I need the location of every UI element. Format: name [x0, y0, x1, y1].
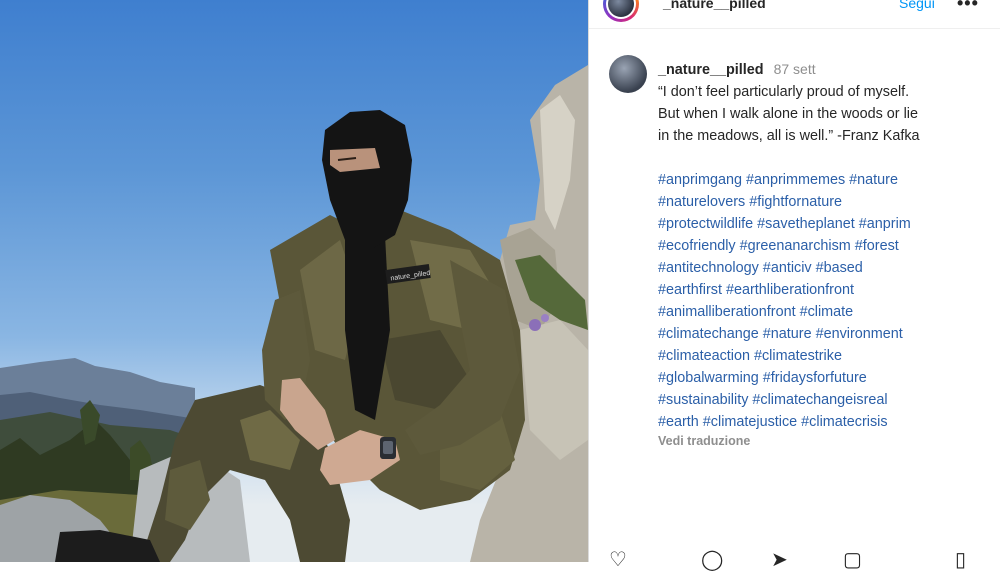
- hashtag-line[interactable]: #antitechnology #anticiv #based: [658, 257, 988, 279]
- post-photo[interactable]: nature_pilled: [0, 0, 588, 562]
- hashtag-line[interactable]: #climateaction #climatestrike: [658, 345, 988, 367]
- post-detail-panel: _nature__pilled Segui ••• _nature__pille…: [588, 0, 1000, 570]
- hashtag-line[interactable]: #sustainability #climatechangeisreal: [658, 389, 988, 411]
- caption-quote-line: “I don’t feel particularly proud of myse…: [658, 84, 910, 100]
- save-icon[interactable]: ▯: [955, 550, 966, 570]
- caption-quote-line: But when I walk alone in the woods or li…: [658, 106, 918, 122]
- hashtag-line[interactable]: #globalwarming #fridaysforfuture: [658, 367, 988, 389]
- hashtag-line[interactable]: #animalliberationfront #climate: [658, 301, 988, 323]
- hashtag-list: #anprimgang #anprimmemes #nature #nature…: [658, 169, 988, 433]
- caption-timestamp[interactable]: 87 sett: [774, 61, 816, 77]
- heart-icon[interactable]: ♡: [609, 550, 627, 570]
- action-bar: ♡ ◯ ➤ ▢ ▯: [589, 548, 1000, 570]
- hashtag-line[interactable]: #earth #climatejustice #climatecrisis: [658, 411, 988, 433]
- hashtag-line[interactable]: #ecofriendly #greenanarchism #forest: [658, 235, 988, 257]
- see-translation-button[interactable]: Vedi traduzione: [658, 433, 988, 449]
- photo-scene: nature_pilled: [0, 65, 588, 562]
- caption-avatar[interactable]: [609, 55, 647, 93]
- caption-username[interactable]: _nature__pilled: [658, 62, 764, 78]
- follow-button[interactable]: Segui: [899, 0, 935, 11]
- more-options-icon[interactable]: •••: [957, 0, 979, 14]
- hashtag-line[interactable]: #naturelovers #fightfornature: [658, 191, 988, 213]
- comment-icon[interactable]: ◯: [701, 550, 723, 570]
- hashtag-line[interactable]: #anprimgang #anprimmemes #nature: [658, 169, 988, 191]
- caption-quote-line: in the meadows, all is well.” -Franz Kaf…: [658, 128, 920, 144]
- hashtag-line[interactable]: #earthfirst #earthliberationfront: [658, 279, 988, 301]
- story-avatar[interactable]: [603, 0, 639, 22]
- post-header: _nature__pilled Segui •••: [589, 0, 1000, 29]
- header-username[interactable]: _nature__pilled: [663, 0, 766, 11]
- avatar: [608, 0, 634, 17]
- bookmark-icon[interactable]: ▢: [843, 550, 862, 570]
- hashtag-line[interactable]: #protectwildlife #savetheplanet #anprim: [658, 213, 988, 235]
- caption: _nature__pilled 87 sett “I don’t feel pa…: [658, 58, 988, 449]
- hashtag-line[interactable]: #climatechange #nature #environment: [658, 323, 988, 345]
- share-icon[interactable]: ➤: [771, 550, 788, 570]
